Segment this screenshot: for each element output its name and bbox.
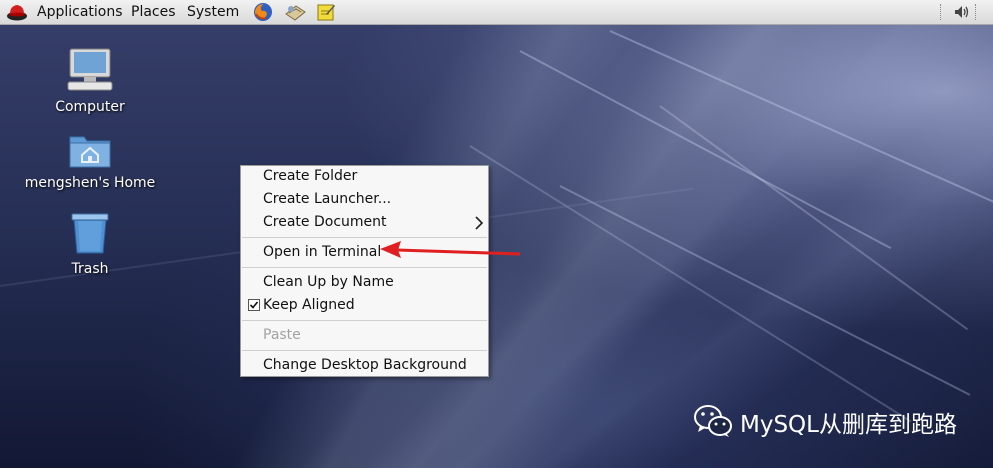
mail-icon[interactable]: [284, 2, 306, 22]
panel-separator: [975, 4, 978, 20]
menu-item-create-launcher[interactable]: Create Launcher...: [263, 191, 391, 207]
menu-item-paste: Paste: [263, 327, 301, 343]
menu-item-keep-aligned[interactable]: Keep Aligned: [263, 297, 355, 313]
chevron-right-icon: [474, 216, 484, 230]
top-panel: Applications Places System: [0, 0, 993, 25]
places-menu[interactable]: Places: [131, 4, 176, 20]
annotation-arrow: [380, 241, 521, 258]
firefox-icon[interactable]: [253, 2, 273, 22]
checkbox-checked-icon[interactable]: [248, 299, 260, 311]
wechat-icon: [693, 403, 733, 443]
menu-separator: [242, 267, 487, 268]
redhat-logo-icon[interactable]: [6, 2, 28, 22]
wallpaper-streak: [659, 105, 969, 331]
system-menu[interactable]: System: [187, 4, 239, 20]
volume-icon[interactable]: [953, 4, 971, 20]
home-folder-icon: [68, 131, 112, 169]
menu-item-create-folder[interactable]: Create Folder: [263, 168, 357, 184]
menu-item-open-in-terminal[interactable]: Open in Terminal: [263, 244, 381, 260]
annotation-arrow-shaft: [396, 248, 521, 256]
wallpaper-streak: [559, 185, 971, 396]
wallpaper-streak: [609, 30, 993, 203]
watermark-text: MySQL从删库到跑路: [740, 412, 957, 438]
menu-item-clean-up-by-name[interactable]: Clean Up by Name: [263, 274, 394, 290]
desktop-icon-label: Trash: [71, 261, 109, 277]
trash-icon: [68, 211, 112, 255]
menu-item-create-document[interactable]: Create Document: [263, 214, 387, 230]
desktop-icon-label: Computer: [55, 99, 125, 115]
computer-icon: [64, 47, 116, 93]
panel-separator: [940, 4, 943, 20]
wallpaper-streak: [519, 50, 892, 250]
applications-menu[interactable]: Applications: [37, 4, 123, 20]
menu-separator: [242, 320, 487, 321]
desktop-icon-trash[interactable]: Trash: [20, 211, 160, 277]
desktop-icon-computer[interactable]: Computer: [20, 47, 160, 115]
desktop-icon-label: mengshen's Home: [24, 175, 156, 191]
menu-separator: [242, 350, 487, 351]
wallpaper-streak: [469, 145, 912, 423]
annotation-arrow-head: [380, 241, 401, 258]
notes-icon[interactable]: [316, 2, 336, 22]
desktop-context-menu: Create Folder Create Launcher... Create …: [240, 165, 489, 377]
desktop-icon-home[interactable]: mengshen's Home: [20, 131, 160, 191]
menu-item-change-desktop-background[interactable]: Change Desktop Background: [263, 357, 467, 373]
